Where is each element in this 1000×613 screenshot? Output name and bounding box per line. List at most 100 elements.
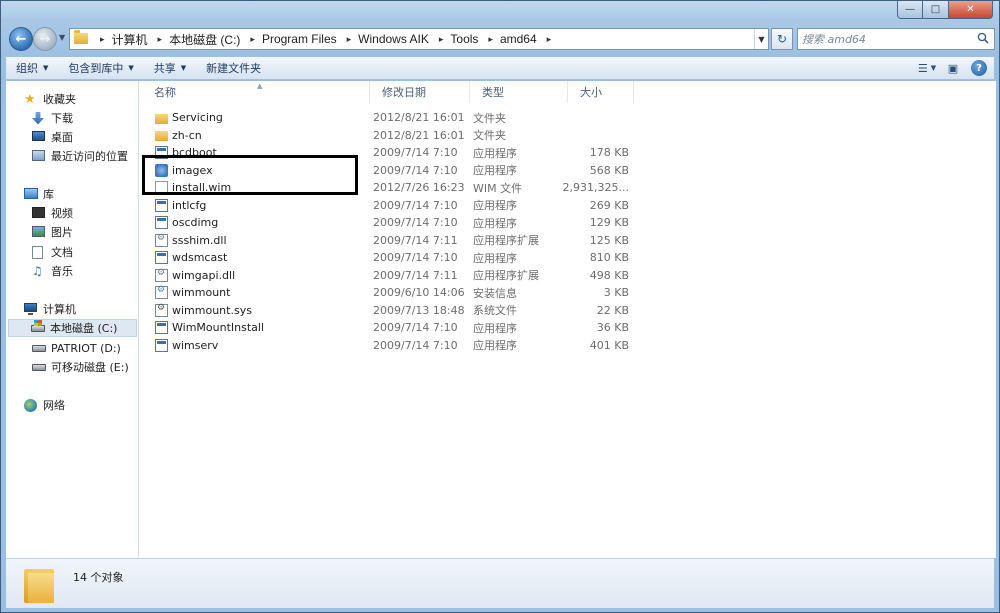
music-note-icon: ♫ [32,263,43,278]
breadcrumb-amd64[interactable]: amd64 [498,32,539,46]
file-name-cell[interactable]: Servicing [155,109,223,126]
breadcrumb-windows-aik[interactable]: Windows AIK [356,32,431,46]
sidebar-item-pictures[interactable]: 图片 [32,223,73,241]
sidebar-item-label: PATRIOT (D:) [51,341,121,355]
file-name-cell[interactable]: WimMountInstall [155,319,264,336]
file-size: 401 KB [589,338,629,352]
explorer-window: — □ ✕ ← → ▼ ▸ 计算机 ▸ 本地磁盘 (C:) ▸ Program … [0,0,1000,613]
file-row[interactable]: wimserv 2009/7/14 7:10 应用程序 401 KB [139,337,634,354]
file-type: 文件夹 [473,129,506,142]
file-date: 2009/7/14 7:11 [373,233,458,247]
file-name: oscdimg [172,216,219,229]
help-button[interactable]: ? [968,59,990,77]
sidebar-item-label: 音乐 [51,265,73,278]
desktop-icon [32,130,46,144]
sidebar-item-videos[interactable]: 视频 [32,204,73,222]
refresh-button[interactable]: ↻ [771,28,793,50]
share-button[interactable]: 共享 ▼ [144,57,196,79]
application-icon [155,216,168,229]
back-button[interactable]: ← [9,27,33,51]
sidebar-item-label: 桌面 [51,131,73,144]
change-view-button[interactable]: ☰ ▼ [916,59,938,77]
file-name-cell[interactable]: zh-cn [155,127,202,144]
column-header-name[interactable]: 名称 [142,81,370,103]
sidebar-item-label: 网络 [43,399,65,412]
file-row[interactable]: oscdimg 2009/7/14 7:10 应用程序 129 KB [139,214,634,231]
file-row[interactable]: intlcfg 2009/7/14 7:10 应用程序 269 KB [139,197,634,214]
refresh-icon: ↻ [776,32,788,46]
file-row[interactable]: wdsmcast 2009/7/14 7:10 应用程序 810 KB [139,249,634,266]
file-name: wimserv [172,338,219,352]
sidebar-item-desktop[interactable]: 桌面 [32,128,73,146]
sidebar-item-favorites[interactable]: ★ 收藏夹 [24,90,76,108]
file-row[interactable]: WimMountInstall 2009/7/14 7:10 应用程序 36 KB [139,319,634,336]
sidebar-item-network[interactable]: 网络 [24,396,65,414]
address-bar[interactable]: ▸ 计算机 ▸ 本地磁盘 (C:) ▸ Program Files ▸ Wind… [69,28,769,50]
file-date: 2009/7/14 7:10 [373,321,458,334]
include-in-library-button[interactable]: 包含到库中 ▼ [58,57,143,79]
search-box[interactable] [797,28,995,50]
column-header-date[interactable]: 修改日期 [370,81,470,103]
video-icon [32,206,46,220]
command-bar: 组织 ▼ 包含到库中 ▼ 共享 ▼ 新建文件夹 ☰ ▼ ▣ ? [6,57,994,80]
breadcrumb-separator-icon[interactable]: ▸ [242,34,260,45]
file-name-cell[interactable]: oscdimg [155,214,218,231]
file-name-cell[interactable]: wimmount.sys [155,302,252,319]
recent-pages-dropdown[interactable]: ▼ [59,33,65,42]
file-name-cell[interactable]: ssshim.dll [155,232,227,249]
application-icon [155,338,168,352]
breadcrumb-separator-icon[interactable]: ▸ [150,34,168,45]
file-type: 应用程序 [473,146,517,160]
breadcrumb-program-files[interactable]: Program Files [260,32,339,46]
sidebar-item-documents[interactable]: 文档 [32,243,73,261]
file-name-cell[interactable]: wdsmcast [155,249,227,266]
file-row[interactable]: wimgapi.dll 2009/7/14 7:11 应用程序扩展 498 KB [139,267,634,284]
column-header-size[interactable]: 大小 [568,81,634,103]
breadcrumb-separator-icon[interactable]: ▸ [431,34,449,45]
network-icon [24,398,38,412]
download-icon [32,111,46,125]
sidebar-item-label: 视频 [51,207,73,220]
file-name: WimMountInstall [172,321,264,334]
sidebar-item-music[interactable]: ♫ 音乐 [32,262,73,280]
sidebar-item-recent-places[interactable]: 最近访问的位置 [32,147,128,165]
sidebar-item-removable-e[interactable]: 可移动磁盘 (E:) [32,358,129,376]
sidebar-item-label: 文档 [51,246,73,259]
breadcrumb-separator-icon[interactable]: ▸ [539,34,557,45]
sidebar-item-label: 可移动磁盘 (E:) [51,361,129,374]
search-icon[interactable] [977,32,989,44]
column-header-type[interactable]: 类型 [470,81,568,103]
preview-pane-button[interactable]: ▣ [942,59,964,77]
file-date: 2009/7/14 7:10 [373,338,458,352]
breadcrumb-local-disk[interactable]: 本地磁盘 (C:) [167,31,242,48]
sidebar-item-patriot-d[interactable]: PATRIOT (D:) [32,339,121,357]
close-button[interactable]: ✕ [949,1,993,19]
file-name-cell[interactable]: wimgapi.dll [155,267,235,284]
file-row[interactable]: wimmount.sys 2009/7/13 18:48 系统文件 22 KB [139,302,634,319]
breadcrumb-separator-icon[interactable]: ▸ [339,34,357,45]
organize-menu-button[interactable]: 组织 ▼ [6,57,58,79]
breadcrumb-tools[interactable]: Tools [448,32,480,46]
breadcrumb-separator-icon[interactable]: ▸ [92,34,110,45]
forward-button[interactable]: → [33,27,57,51]
file-type: 应用程序 [473,216,517,230]
minimize-button[interactable]: — [897,1,923,19]
sidebar-item-downloads[interactable]: 下载 [32,109,73,127]
file-row[interactable]: wimmount 2009/6/10 14:06 安装信息 3 KB [139,284,634,301]
file-name-cell[interactable]: intlcfg [155,197,206,214]
file-name-cell[interactable]: wimmount [155,284,230,301]
breadcrumb-computer[interactable]: 计算机 [110,31,150,48]
sidebar-item-computer[interactable]: 计算机 [24,300,76,318]
maximize-button[interactable]: □ [923,1,949,19]
sidebar-item-libraries[interactable]: 库 [24,185,54,203]
file-row[interactable]: Servicing 2012/8/21 16:01 文件夹 [139,109,634,126]
file-row[interactable]: ssshim.dll 2009/7/14 7:11 应用程序扩展 125 KB [139,232,634,249]
search-input[interactable] [802,30,972,48]
sidebar-item-local-disk-c[interactable]: 本地磁盘 (C:) [8,319,137,337]
address-history-dropdown[interactable]: ▼ [754,29,768,49]
new-folder-button[interactable]: 新建文件夹 [196,57,271,79]
file-name-cell[interactable]: wimserv [155,337,218,354]
file-row[interactable]: zh-cn 2012/8/21 16:01 文件夹 [139,127,634,144]
breadcrumb-separator-icon[interactable]: ▸ [480,34,498,45]
file-list-pane: ▲ 名称 修改日期 类型 大小 Servicing 2012/8/21 16:01… [139,81,996,558]
